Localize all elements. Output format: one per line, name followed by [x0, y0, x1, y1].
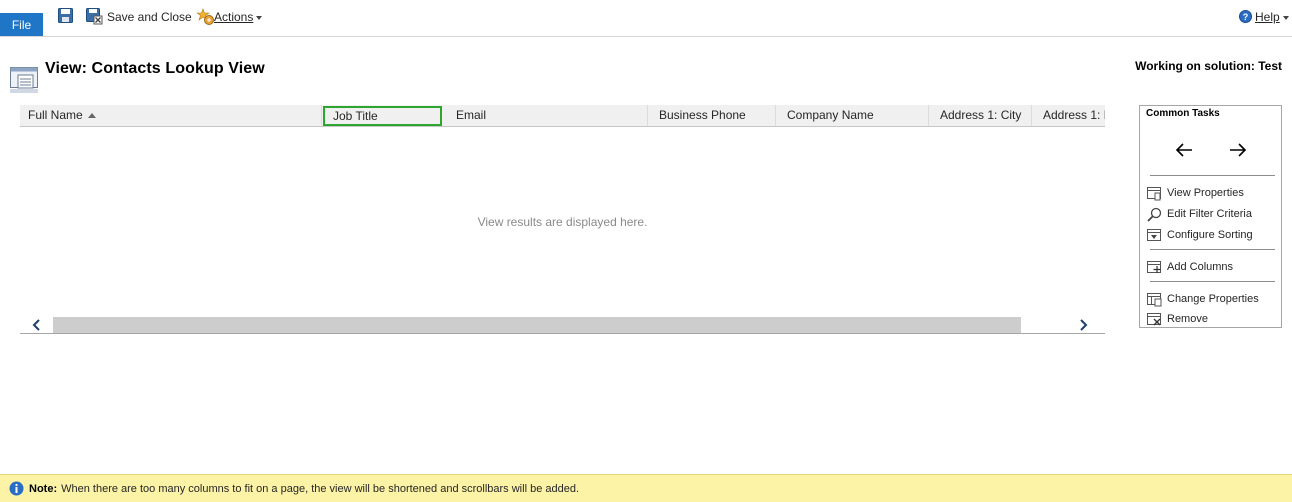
- view-icon: [10, 67, 38, 93]
- scroll-left-icon[interactable]: [20, 317, 53, 333]
- save-close-icon[interactable]: [86, 8, 103, 25]
- common-tasks-title: Common Tasks: [1146, 108, 1220, 119]
- page-title: View: Contacts Lookup View: [45, 60, 265, 77]
- task-label: View Properties: [1167, 187, 1244, 199]
- scroll-right-icon[interactable]: [1066, 317, 1099, 333]
- column-header-company-name[interactable]: Company Name: [779, 105, 929, 126]
- chevron-down-icon: [256, 15, 263, 20]
- view-properties-button[interactable]: View Properties: [1147, 185, 1244, 201]
- column-header-full-name[interactable]: Full Name: [20, 105, 322, 126]
- view-grid: Full Name Job Title Email Business Phone…: [20, 105, 1105, 335]
- column-label: Business Phone: [659, 108, 746, 122]
- save-icon[interactable]: [58, 8, 73, 23]
- column-header-address-phone[interactable]: Address 1: Ph: [1035, 105, 1105, 126]
- task-label: Edit Filter Criteria: [1167, 208, 1252, 220]
- chevron-down-icon: [1282, 15, 1289, 20]
- task-label: Add Columns: [1167, 261, 1234, 273]
- add-columns-button[interactable]: Add Columns: [1147, 259, 1233, 275]
- change-properties-button[interactable]: Change Properties: [1147, 291, 1259, 307]
- edit-filter-criteria-button[interactable]: Edit Filter Criteria: [1147, 206, 1252, 222]
- actions-icon[interactable]: [197, 8, 215, 26]
- arrow-right-icon[interactable]: [1229, 142, 1247, 158]
- remove-icon: [1147, 312, 1161, 325]
- help-label: Help: [1255, 10, 1280, 24]
- note-bar: Note: When there are too many columns to…: [0, 474, 1292, 502]
- file-button[interactable]: File: [0, 13, 43, 36]
- column-header-job-title[interactable]: Job Title: [323, 106, 442, 126]
- column-label: Address 1: Ph: [1043, 108, 1105, 122]
- magnifier-icon: [1147, 207, 1162, 222]
- scrollbar-thumb[interactable]: [53, 317, 1021, 333]
- column-label: Email: [456, 108, 487, 122]
- common-tasks-panel: Common Tasks View Properties Edit Filter…: [1139, 105, 1282, 328]
- help-menu[interactable]: Help: [1255, 10, 1289, 24]
- column-label: Company Name: [787, 108, 874, 122]
- actions-menu[interactable]: Actions: [214, 10, 263, 24]
- configure-sorting-button[interactable]: Configure Sorting: [1147, 227, 1253, 243]
- save-and-close-button[interactable]: Save and Close: [107, 10, 192, 24]
- task-label: Configure Sorting: [1167, 229, 1253, 241]
- actions-label: Actions: [214, 10, 254, 24]
- horizontal-scrollbar[interactable]: [20, 317, 1105, 334]
- column-label: Job Title: [333, 109, 378, 123]
- column-header-email[interactable]: Email: [448, 105, 648, 126]
- grid-header: Full Name Job Title Email Business Phone…: [20, 105, 1105, 127]
- divider: [1150, 249, 1275, 250]
- note-label: Note:: [29, 482, 58, 495]
- add-columns-icon: [1147, 260, 1161, 273]
- remove-button[interactable]: Remove: [1147, 311, 1208, 327]
- note-text: When there are too many columns to fit o…: [61, 482, 580, 495]
- view-properties-icon: [1147, 186, 1161, 200]
- help-icon[interactable]: ?: [1239, 10, 1252, 23]
- change-properties-icon: [1147, 292, 1162, 306]
- sort-ascending-icon: [87, 113, 96, 119]
- solution-label: Working on solution: Test: [1135, 59, 1282, 73]
- task-label: Change Properties: [1167, 293, 1259, 305]
- column-label: Address 1: City: [940, 108, 1022, 122]
- info-icon: [9, 481, 24, 496]
- sort-icon: [1147, 228, 1161, 241]
- column-label: Full Name: [28, 108, 83, 122]
- divider: [1150, 175, 1275, 176]
- column-header-address-city[interactable]: Address 1: City: [932, 105, 1032, 126]
- task-label: Remove: [1167, 313, 1208, 325]
- svg-text:?: ?: [1243, 12, 1249, 22]
- command-bar: File Save and Close Actions ? Help: [0, 0, 1292, 37]
- column-header-business-phone[interactable]: Business Phone: [651, 105, 776, 126]
- empty-results-message: View results are displayed here.: [477, 215, 648, 229]
- arrow-left-icon[interactable]: [1175, 142, 1193, 158]
- divider: [1150, 281, 1275, 282]
